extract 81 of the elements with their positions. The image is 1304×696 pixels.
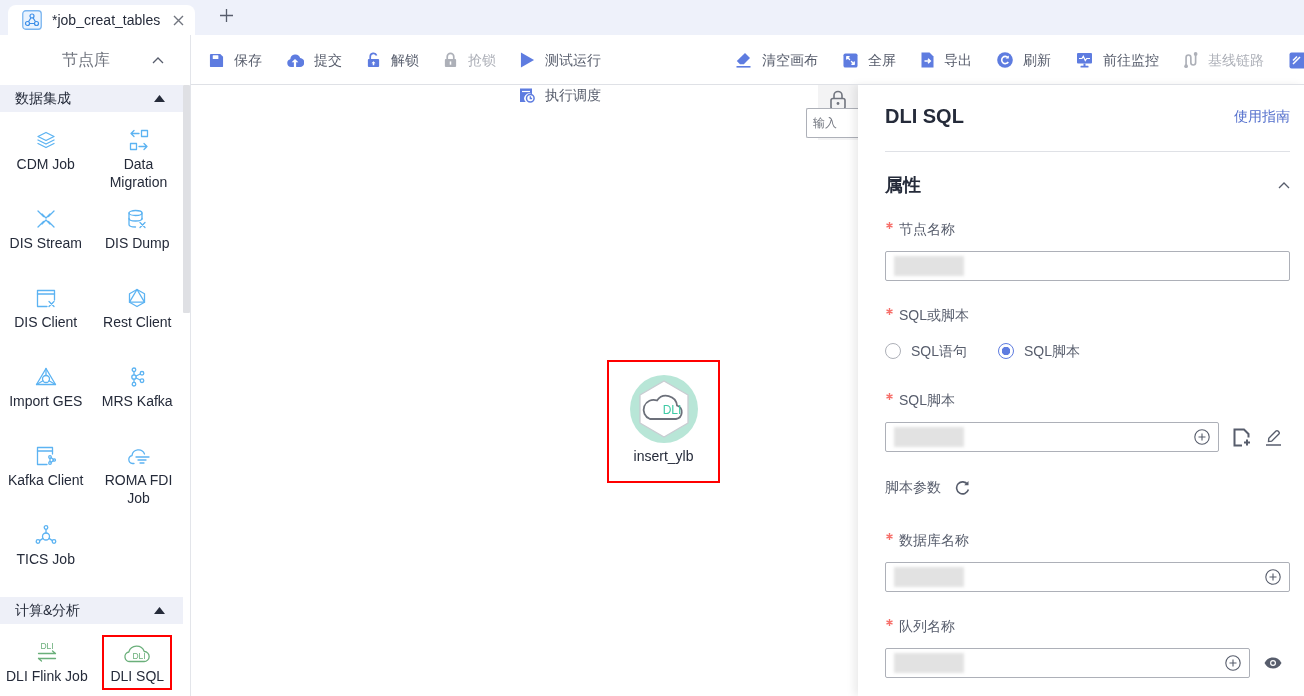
field-label: 节点名称 xyxy=(899,220,955,239)
library-item[interactable]: Data Migration xyxy=(91,123,183,196)
refresh-icon[interactable] xyxy=(955,479,970,495)
library-item[interactable]: ROMA FDI Job xyxy=(91,439,183,512)
group-header[interactable]: 计算&分析 xyxy=(0,597,183,624)
play-icon xyxy=(520,52,535,68)
monitor-icon xyxy=(1076,52,1093,68)
lock-icon[interactable] xyxy=(830,90,846,110)
library-item[interactable]: Rest Client xyxy=(97,281,178,336)
input-field[interactable] xyxy=(885,251,1290,281)
refresh-button[interactable]: 刷新 xyxy=(997,49,1051,71)
library-item[interactable]: DIS Dump xyxy=(98,202,176,257)
lock-icon xyxy=(443,52,458,68)
path-icon xyxy=(1184,51,1198,69)
expand-icon xyxy=(843,52,858,68)
database-icon xyxy=(127,209,148,229)
window-icon xyxy=(35,288,56,308)
field-label: 脚本参数 xyxy=(885,478,941,497)
library-item[interactable]: DIS Stream xyxy=(3,202,88,257)
plus-circle-icon[interactable] xyxy=(1194,429,1210,445)
unlock-icon xyxy=(366,52,381,68)
floppy-icon xyxy=(209,52,224,68)
fullscreen-button[interactable]: 全屏 xyxy=(843,49,896,71)
guide-link[interactable]: 使用指南 xyxy=(1234,105,1290,127)
library-item[interactable]: DIS Client xyxy=(8,281,84,336)
save-button[interactable]: 保存 xyxy=(209,49,262,71)
hexagon-triangle-icon xyxy=(127,288,148,308)
cloud-lines-icon xyxy=(126,447,151,465)
window-graph-icon xyxy=(35,446,56,466)
library-item[interactable]: TICS Job xyxy=(10,518,81,573)
library-item[interactable]: Import GES xyxy=(3,360,89,415)
slash-tile-icon[interactable] xyxy=(1289,51,1304,69)
library-item[interactable]: DLI DLI Flink Job xyxy=(0,635,94,690)
export-button[interactable]: 导出 xyxy=(921,49,972,71)
plus-icon[interactable] xyxy=(220,9,233,22)
eraser-icon xyxy=(735,52,752,68)
document-plus-icon[interactable] xyxy=(1233,427,1251,447)
panel-title: DLI SQL xyxy=(885,104,964,129)
library-item[interactable]: CDM Job xyxy=(10,123,81,178)
library-item[interactable]: MRS Kafka xyxy=(95,360,179,415)
close-icon[interactable] xyxy=(173,14,184,26)
unlock-button[interactable]: 解锁 xyxy=(366,49,419,71)
document-arrow-icon xyxy=(921,52,934,68)
input-field[interactable] xyxy=(885,562,1290,592)
node-label: insert_ylb xyxy=(633,447,694,465)
document-tab[interactable]: *job_creat_tables xyxy=(8,5,195,35)
plus-circle-icon[interactable] xyxy=(1225,655,1241,671)
field-label: 数据库名称 xyxy=(899,531,969,550)
monitor-button[interactable]: 前往监控 xyxy=(1076,49,1159,71)
search-field[interactable]: 输入 xyxy=(806,108,858,138)
plus-circle-icon[interactable] xyxy=(1265,569,1281,585)
scrollbar-thumb[interactable] xyxy=(183,85,190,313)
canvas-node[interactable]: DLI insert_ylb xyxy=(607,360,720,483)
flow-icon xyxy=(22,10,42,30)
layers-icon xyxy=(35,131,56,149)
submit-button[interactable]: 提交 xyxy=(286,49,342,71)
section-title: 属性 xyxy=(885,174,921,197)
hub-icon xyxy=(34,525,57,545)
pencil-icon[interactable] xyxy=(1265,428,1282,446)
radio-option[interactable]: SQL语句 xyxy=(885,341,967,361)
clear-canvas-button[interactable]: 清空画布 xyxy=(735,49,818,71)
arrows-squares-icon xyxy=(128,129,149,151)
panel-title: 节点库 xyxy=(62,50,110,70)
field-label: SQL或脚本 xyxy=(899,306,969,325)
node-graph-icon xyxy=(129,367,146,387)
triangle-network-icon xyxy=(34,367,57,387)
radio-option[interactable]: SQL脚本 xyxy=(998,341,1081,361)
refresh-icon xyxy=(997,52,1013,68)
field-label: 队列名称 xyxy=(899,617,955,636)
eye-icon[interactable] xyxy=(1264,657,1282,669)
library-item[interactable]: DLI DLI SQL xyxy=(102,635,173,690)
input-field[interactable] xyxy=(885,648,1250,678)
chevron-up-icon[interactable] xyxy=(1278,181,1290,189)
cross-chevrons-icon xyxy=(35,209,56,229)
field-label: SQL脚本 xyxy=(899,391,955,410)
input-field[interactable] xyxy=(885,422,1219,452)
cloud-upload-icon xyxy=(286,53,304,67)
group-header[interactable]: 数据集成 xyxy=(0,85,183,112)
library-item[interactable]: Kafka Client xyxy=(2,439,90,494)
test-run-button[interactable]: 测试运行 xyxy=(520,49,601,71)
chevron-up-icon[interactable] xyxy=(152,56,164,64)
